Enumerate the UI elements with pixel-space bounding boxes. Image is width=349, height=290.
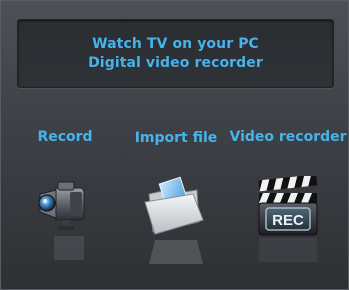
import-file-button[interactable]: Import file [134, 129, 218, 279]
info-banner: Watch TV on your PC Digital video record… [17, 19, 334, 88]
record-button[interactable]: Record [30, 128, 100, 278]
folder-reflection [141, 240, 211, 264]
camcorder-icon [36, 178, 94, 240]
video-recorder-button[interactable]: Video recorder REC [229, 128, 347, 278]
banner-line-1: Watch TV on your PC [92, 35, 259, 52]
record-label: Record [37, 129, 93, 145]
banner-line-2: Digital video recorder [88, 54, 263, 71]
rec-text: REC [272, 212, 304, 229]
video-recorder-label: Video recorder [229, 129, 347, 145]
clapperboard-rec-icon: REC [253, 174, 323, 242]
camcorder-reflection [36, 236, 94, 260]
clapperboard-reflection [253, 238, 323, 262]
import-file-label: Import file [134, 130, 218, 146]
folder-icon [141, 176, 211, 244]
